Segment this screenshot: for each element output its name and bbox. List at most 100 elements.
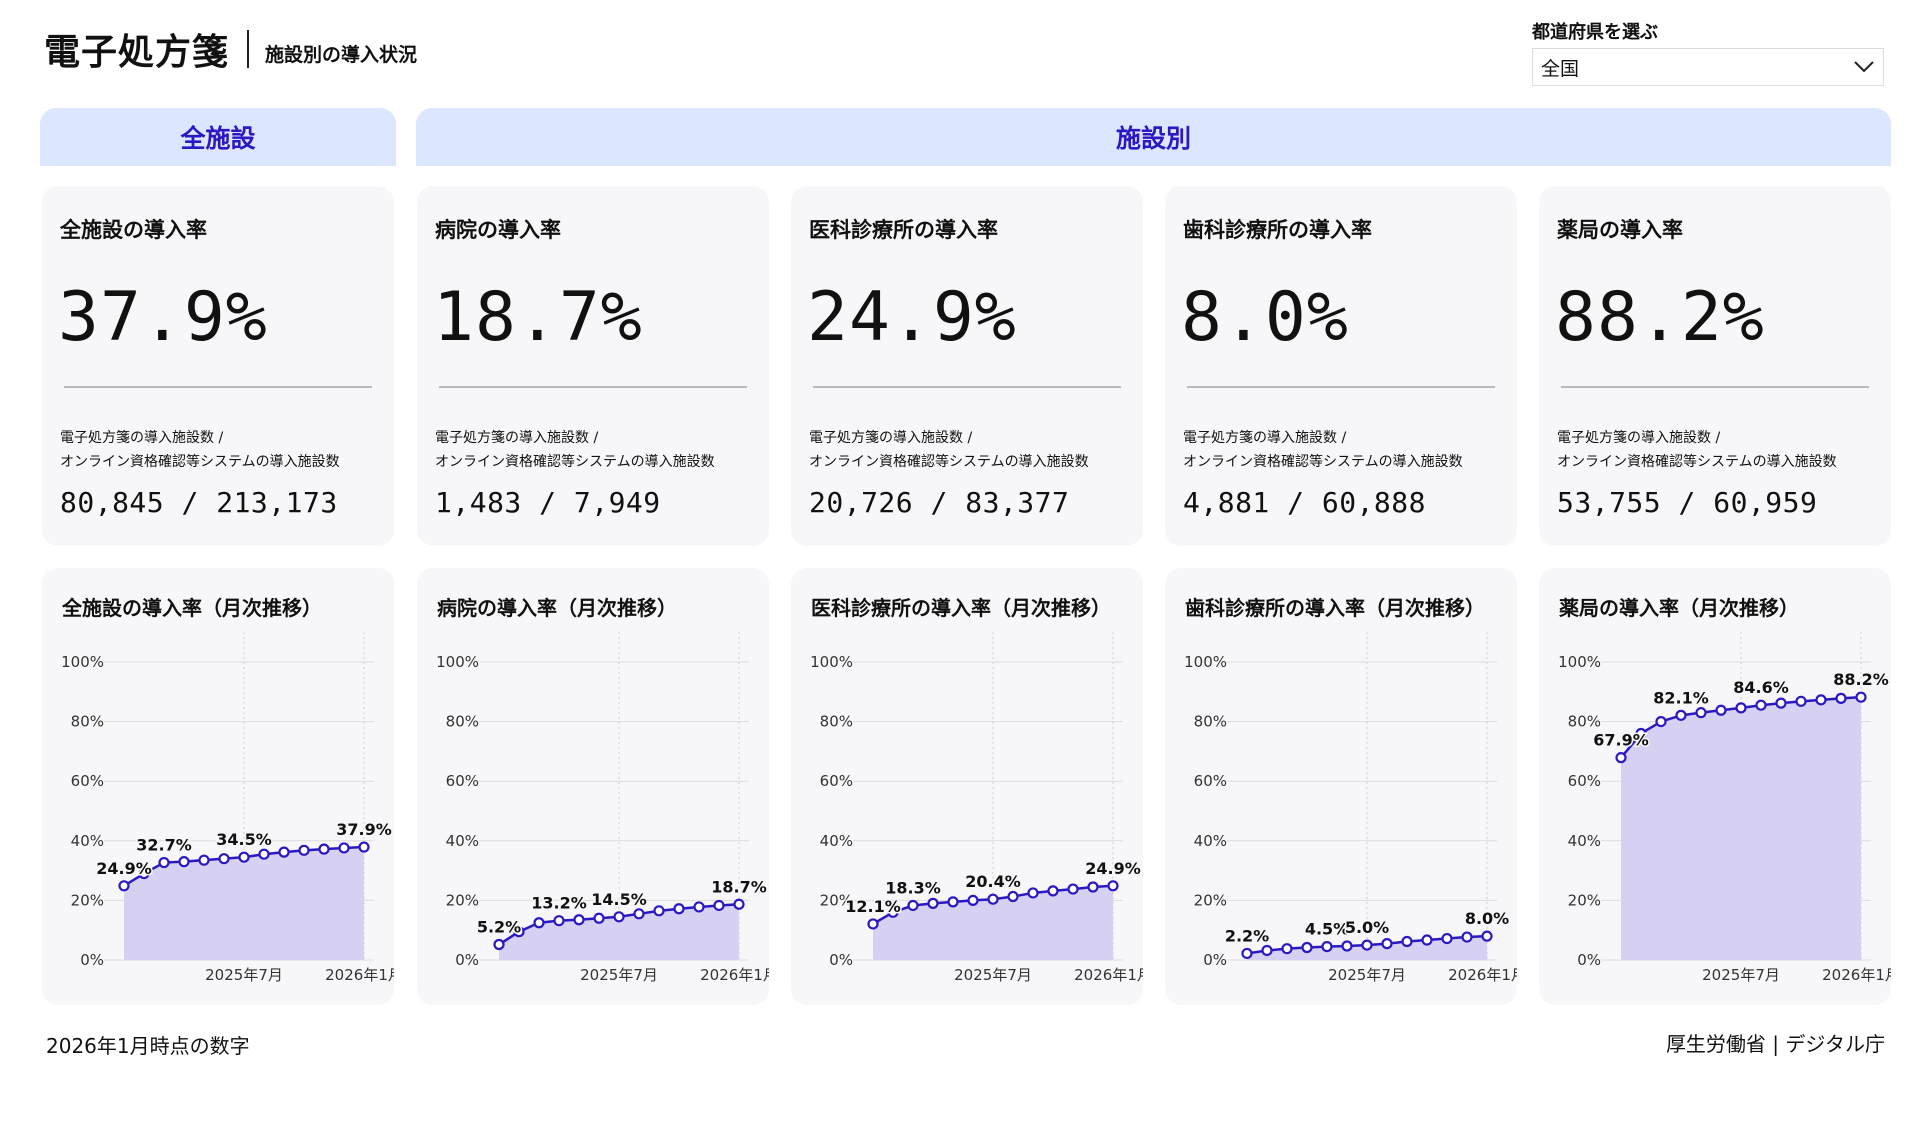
data-point — [1067, 883, 1079, 895]
kpi-description: 電子処方箋の導入施設数 / オンライン資格確認等システムの導入施設数 — [435, 426, 715, 474]
chart-card-dental-clinic: 歯科診療所の導入率（月次推移） 0% 20% 40% 60% 80% 100% 2025年7月… — [1165, 568, 1517, 1005]
y-tick-label: 0% — [80, 951, 104, 969]
chart-card-hospital: 病院の導入率（月次推移） 0% 20% 40% 60% 80% 100% 2025年7月 202… — [417, 568, 769, 1005]
band-all-facilities: 全施設 — [40, 108, 396, 166]
data-point — [1461, 931, 1473, 943]
y-tick-label: 80% — [820, 713, 853, 731]
kpi-description-line-1: 電子処方箋の導入施設数 / — [809, 430, 973, 446]
data-point — [653, 905, 665, 917]
y-tick-label: 100% — [61, 653, 104, 671]
data-label: 2.2% — [1225, 926, 1269, 945]
data-label: 67.9% — [1593, 731, 1649, 750]
y-tick-label: 40% — [1194, 832, 1227, 850]
data-point — [1027, 887, 1039, 899]
y-tick-label: 100% — [810, 653, 853, 671]
data-label: 13.2% — [531, 894, 587, 913]
data-point — [1855, 691, 1867, 703]
data-point — [118, 880, 130, 892]
kpi-title: 薬局の導入率 — [1557, 218, 1683, 242]
y-tick-label: 0% — [829, 951, 853, 969]
data-label: 5.2% — [477, 918, 521, 937]
y-tick-label: 80% — [71, 713, 104, 731]
y-tick-label: 40% — [71, 832, 104, 850]
data-label: 24.9% — [1085, 859, 1141, 878]
data-point — [1695, 707, 1707, 719]
data-point — [158, 856, 170, 869]
data-point — [1361, 939, 1373, 951]
kpi-count: 20,726 / 83,377 — [809, 486, 1070, 519]
data-point — [1655, 716, 1667, 728]
data-label: 32.7% — [136, 836, 192, 855]
data-point — [1675, 709, 1687, 721]
data-point — [1795, 695, 1807, 707]
kpi-description-line-2: オンライン資格確認等システムの導入施設数 — [809, 454, 1089, 470]
kpi-divider — [64, 386, 372, 388]
kpi-percent: 18.7% — [433, 278, 643, 357]
data-label: 88.2% — [1833, 670, 1889, 689]
x-tick-label: 2025年7月 — [954, 966, 1032, 984]
y-tick-label: 100% — [1184, 653, 1227, 671]
data-point — [1047, 885, 1059, 897]
y-tick-label: 20% — [1568, 891, 1601, 909]
data-point — [907, 899, 919, 912]
y-tick-label: 40% — [446, 832, 479, 850]
data-label: 18.7% — [711, 877, 767, 896]
data-point — [1007, 890, 1019, 903]
kpi-description-line-2: オンライン資格確認等システムの導入施設数 — [1183, 454, 1463, 470]
data-point — [693, 901, 705, 913]
line-chart: 0% 20% 40% 60% 80% 100% 2025年7月 2026年1月 24.9% 32.… — [61, 632, 394, 984]
kpi-divider — [813, 386, 1121, 388]
kpi-percent: 24.9% — [807, 278, 1017, 357]
y-tick-label: 20% — [1194, 891, 1227, 909]
x-tick-label: 2025年7月 — [205, 966, 283, 984]
y-tick-label: 100% — [436, 653, 479, 671]
data-point — [867, 918, 879, 930]
footer-source: 厚生労働省 | デジタル庁 — [1665, 1032, 1885, 1056]
data-point — [493, 938, 505, 951]
kpi-description: 電子処方箋の導入施設数 / オンライン資格確認等システムの導入施設数 — [60, 426, 340, 474]
kpi-percent: 88.2% — [1555, 278, 1765, 357]
prefecture-picker: 都道府県を選ぶ 全国 — [1532, 18, 1884, 86]
kpi-count: 53,755 / 60,959 — [1557, 486, 1818, 519]
x-tick-label: 2026年1月 — [1448, 966, 1517, 984]
x-tick-label: 2025年7月 — [580, 966, 658, 984]
data-point — [318, 843, 330, 855]
kpi-description-line-1: 電子処方箋の導入施設数 / — [435, 430, 599, 446]
data-point — [1735, 702, 1747, 714]
kpi-card-hospital: 病院の導入率 18.7% 電子処方箋の導入施設数 / オンライン資格確認等システムの導… — [417, 186, 769, 546]
x-tick-label: 2026年1月 — [325, 966, 394, 984]
data-point — [1281, 943, 1293, 955]
kpi-description-line-1: 電子処方箋の導入施設数 / — [1183, 430, 1347, 446]
kpi-title: 医科診療所の導入率 — [809, 218, 998, 242]
prefecture-select[interactable]: 全国 — [1532, 48, 1884, 86]
y-tick-label: 0% — [455, 951, 479, 969]
data-point — [987, 893, 999, 905]
kpi-description-line-2: オンライン資格確認等システムの導入施設数 — [435, 454, 715, 470]
data-point — [1815, 694, 1827, 706]
kpi-percent: 8.0% — [1181, 278, 1349, 357]
data-point — [613, 911, 625, 923]
data-point — [1321, 940, 1333, 953]
line-chart: 0%20%40%60%80%100%2025年7月2026年1月12.1%18.… — [810, 632, 1143, 984]
kpi-count: 1,483 / 7,949 — [435, 486, 661, 519]
data-point — [533, 917, 545, 929]
data-point — [967, 894, 979, 906]
kpi-description: 電子処方箋の導入施設数 / オンライン資格確認等システムの導入施設数 — [809, 426, 1089, 474]
line-chart: 0% 20% 40% 60% 80% 100% 2025年7月 2026年1月 5.2% 13.2… — [436, 632, 769, 984]
x-tick-label: 2026年1月 — [1822, 966, 1891, 984]
data-label: 24.9% — [96, 859, 152, 878]
data-point — [1381, 938, 1393, 950]
line-chart: 0% 20% 40% 60% 80% 100% 2025年7月 2026年1月 67.9% 82.… — [1558, 632, 1891, 984]
data-point — [927, 897, 939, 909]
kpi-percent: 37.9% — [58, 278, 268, 357]
data-label: 8.0% — [1465, 909, 1509, 928]
y-tick-label: 20% — [71, 891, 104, 909]
data-point — [1755, 699, 1767, 711]
kpi-title: 全施設の導入率 — [60, 218, 207, 242]
chart-card-all: 全施設の導入率（月次推移） 0% 20% 40% 60% 80% 100% 2025年7月 20… — [42, 568, 394, 1005]
data-point — [1341, 940, 1353, 952]
y-tick-label: 80% — [1568, 713, 1601, 731]
data-point — [218, 853, 230, 865]
data-point — [258, 848, 270, 860]
data-point — [238, 851, 250, 863]
